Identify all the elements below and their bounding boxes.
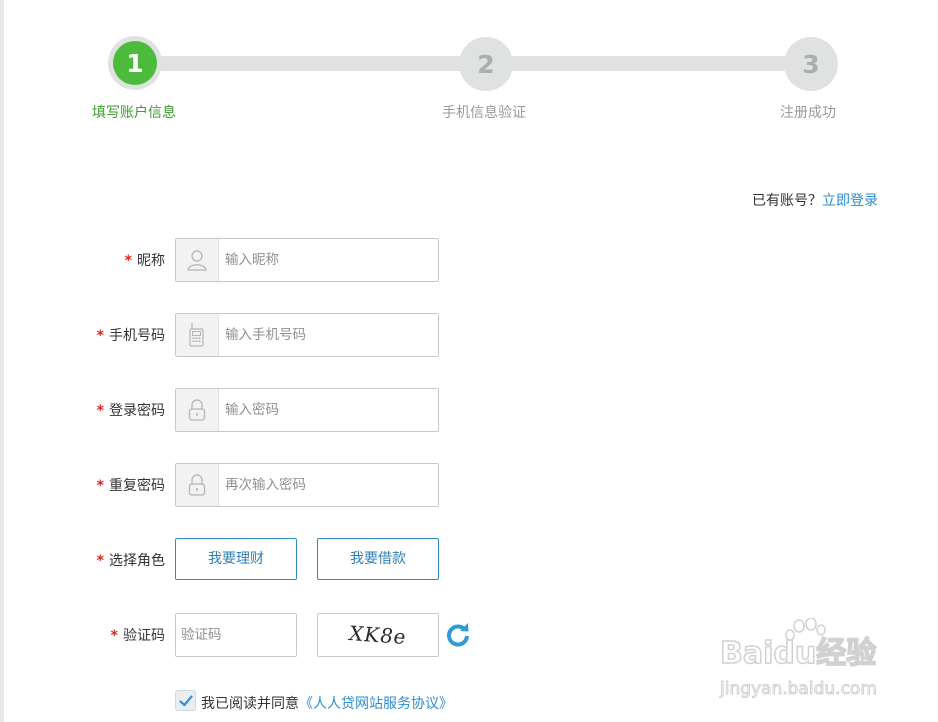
required-mark: * <box>96 553 104 569</box>
checkmark-icon <box>178 694 193 706</box>
role-borrow-button[interactable]: 我要借款 <box>317 538 439 580</box>
watermark-url: jingyan.baidu.com <box>719 679 877 699</box>
user-icon <box>176 239 219 281</box>
step-1-circle: 1 <box>113 41 157 85</box>
step-3-circle: 3 <box>784 37 838 91</box>
password-label: * 登录密码 <box>96 403 165 419</box>
captcha-image[interactable]: XK8e <box>317 613 439 657</box>
nickname-input[interactable] <box>225 239 430 281</box>
role-label: * 选择角色 <box>96 553 165 569</box>
phone-label: * 手机号码 <box>96 328 165 344</box>
repeat-password-input[interactable] <box>225 464 430 506</box>
nickname-field[interactable] <box>175 238 439 282</box>
captcha-input[interactable] <box>176 614 296 656</box>
required-mark: * <box>96 328 104 344</box>
login-hint: 已有账号？立即登录 <box>752 190 878 210</box>
repeat-password-field[interactable] <box>175 463 439 507</box>
step-3-label: 注册成功 <box>780 105 836 121</box>
captcha-image-text: XK8e <box>346 621 410 649</box>
required-mark: * <box>110 628 118 644</box>
lock-icon <box>176 389 219 431</box>
step-1-label: 填写账户信息 <box>92 105 176 121</box>
refresh-icon[interactable] <box>445 622 471 648</box>
required-mark: * <box>124 253 132 269</box>
baidu-jingyan-watermark: Baidu经验 jingyan.baidu.com <box>715 617 925 704</box>
required-mark: * <box>96 403 104 419</box>
step-2-circle: 2 <box>459 37 513 91</box>
phone-field[interactable] <box>175 313 439 357</box>
step-2-label: 手机信息验证 <box>442 105 526 121</box>
required-mark: * <box>96 478 104 494</box>
lock-icon <box>176 464 219 506</box>
password-input[interactable] <box>225 389 430 431</box>
mobile-phone-icon <box>176 314 219 356</box>
agreement-text: 我已阅读并同意《人人贷网站服务协议》 <box>201 696 453 712</box>
login-hint-text: 已有账号？ <box>752 193 822 209</box>
nickname-label: * 昵称 <box>124 253 165 269</box>
agreement-checkbox[interactable] <box>175 690 196 711</box>
password-field[interactable] <box>175 388 439 432</box>
watermark-brand: Baidu经验 <box>720 636 876 671</box>
left-border <box>0 0 4 722</box>
repeat-password-label: * 重复密码 <box>96 478 165 494</box>
role-invest-button[interactable]: 我要理财 <box>175 538 297 580</box>
captcha-label: * 验证码 <box>110 628 165 644</box>
phone-input[interactable] <box>225 314 430 356</box>
captcha-field[interactable] <box>175 613 297 657</box>
login-link[interactable]: 立即登录 <box>822 193 878 209</box>
service-agreement-link[interactable]: 《人人贷网站服务协议》 <box>299 696 453 712</box>
